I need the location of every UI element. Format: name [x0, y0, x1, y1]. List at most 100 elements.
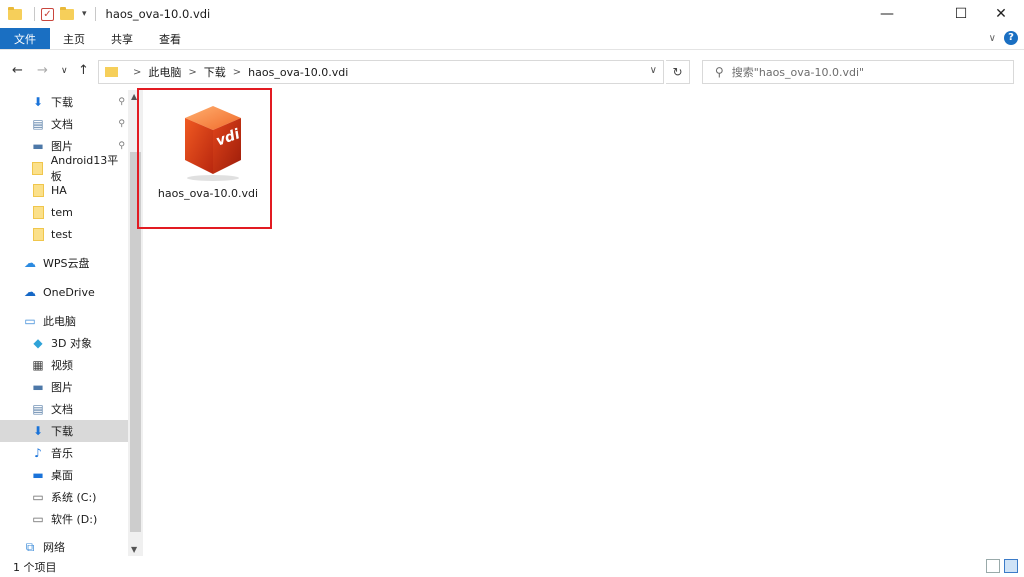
- sidebar-item-music[interactable]: ♪ 音乐: [0, 442, 128, 464]
- sidebar-item-desktop[interactable]: ▬ 桌面: [0, 464, 128, 486]
- back-arrow-icon[interactable]: ←: [12, 63, 23, 78]
- search-icon: ⚲: [715, 65, 724, 79]
- document-icon: ▤: [32, 402, 44, 416]
- tab-home[interactable]: 主页: [50, 28, 98, 49]
- picture-icon: ▬: [32, 380, 44, 394]
- details-view-icon[interactable]: [986, 559, 1000, 573]
- 3d-objects-icon: ◆: [33, 336, 43, 350]
- desktop-icon: ▬: [32, 468, 44, 482]
- sidebar-item-label: 视频: [51, 359, 73, 372]
- sidebar-item-downloads[interactable]: ⬇ 下载: [0, 420, 128, 442]
- recent-locations-icon[interactable]: ∨: [61, 66, 68, 76]
- navigation-pane: ⬇ 下载 ⚲ ▤ 文档 ⚲ ▬ 图片 ⚲ Android13平板 HA tem: [0, 90, 143, 556]
- sidebar-item-label: 网络: [43, 541, 65, 554]
- sidebar-item-label: WPS云盘: [43, 257, 90, 270]
- refresh-icon: ↻: [672, 65, 683, 79]
- sidebar-item-label: tem: [51, 205, 73, 219]
- sidebar-item-label: OneDrive: [43, 285, 95, 299]
- sidebar-item-label: 音乐: [51, 447, 73, 460]
- explorer-window: ✓ ▾ haos_ova-10.0.vdi — ☐ ✕ 文件 主页 共享 查看 …: [0, 0, 1024, 577]
- sidebar-item-label: 文档: [51, 403, 73, 416]
- folder-icon: [30, 205, 46, 219]
- chevron-right-icon[interactable]: >: [133, 67, 141, 78]
- folder-icon: [30, 161, 46, 175]
- sidebar-item-label: 桌面: [51, 469, 73, 482]
- folder-icon: [105, 67, 118, 77]
- sidebar-item-drive-c[interactable]: ▭ 系统 (C:): [0, 486, 128, 508]
- folder-icon: [30, 183, 46, 197]
- sidebar-item-onedrive[interactable]: ☁ OneDrive: [0, 281, 128, 303]
- large-icons-view-icon[interactable]: [1004, 559, 1018, 573]
- tab-share[interactable]: 共享: [98, 28, 146, 49]
- sidebar-item-wps[interactable]: ☁ WPS云盘: [0, 252, 128, 274]
- title-bar: ✓ ▾ haos_ova-10.0.vdi — ☐ ✕: [0, 0, 1024, 28]
- sidebar-item-network[interactable]: ⧉ 网络: [0, 536, 128, 558]
- network-icon: ⧉: [25, 539, 35, 554]
- sidebar-item-label: 图片: [51, 381, 73, 394]
- sidebar-item-downloads-quick[interactable]: ⬇ 下载 ⚲: [0, 91, 128, 113]
- close-button[interactable]: ✕: [978, 0, 1024, 28]
- up-arrow-icon[interactable]: ↑: [78, 63, 89, 78]
- tab-file[interactable]: 文件: [0, 28, 50, 49]
- help-icon[interactable]: ?: [1004, 31, 1018, 45]
- sidebar-item-label: 下载: [51, 425, 73, 438]
- customize-toolbar-icon[interactable]: ▾: [82, 9, 87, 19]
- pin-icon[interactable]: ⚲: [118, 141, 125, 151]
- navigation-bar: ← → ∨ ↑ > 此电脑 > 下载 > haos_ova-10.0.vdi ∨…: [0, 58, 1024, 86]
- breadcrumb-current-folder[interactable]: haos_ova-10.0.vdi: [248, 66, 348, 79]
- separator: [94, 7, 96, 21]
- sidebar-item-label: 软件 (D:): [51, 513, 98, 526]
- sidebar-item-ha[interactable]: HA: [0, 179, 128, 201]
- properties-icon[interactable]: ✓: [41, 7, 54, 21]
- address-history-icon[interactable]: ∨: [650, 65, 657, 76]
- sidebar-item-test[interactable]: test: [0, 223, 128, 245]
- sidebar-item-videos[interactable]: ▦ 视频: [0, 354, 128, 376]
- cloud-icon: ☁: [24, 256, 36, 270]
- new-folder-icon[interactable]: [60, 6, 74, 20]
- computer-icon: ▭: [24, 314, 36, 328]
- sidebar-item-tem[interactable]: tem: [0, 201, 128, 223]
- sidebar-item-documents-quick[interactable]: ▤ 文档 ⚲: [0, 113, 128, 135]
- sidebar-item-label: 系统 (C:): [51, 491, 97, 504]
- breadcrumb-this-pc[interactable]: 此电脑: [148, 64, 181, 80]
- chevron-right-icon[interactable]: >: [233, 67, 241, 78]
- download-arrow-icon: ⬇: [32, 95, 44, 109]
- drive-icon: ▭: [32, 512, 44, 526]
- search-input[interactable]: ⚲ 搜索"haos_ova-10.0.vdi": [702, 60, 1014, 84]
- refresh-button[interactable]: ↻: [666, 60, 690, 84]
- quick-access-toolbar: ✓ ▾: [8, 6, 102, 21]
- sidebar-item-this-pc[interactable]: ▭ 此电脑: [0, 310, 128, 332]
- forward-arrow-icon[interactable]: →: [37, 63, 48, 78]
- sidebar-item-label: 此电脑: [43, 315, 76, 328]
- sidebar-item-pictures[interactable]: ▬ 图片: [0, 376, 128, 398]
- selection-highlight-box: [137, 88, 272, 229]
- address-bar[interactable]: > 此电脑 > 下载 > haos_ova-10.0.vdi ∨: [98, 60, 664, 84]
- sidebar-item-label: 下载: [51, 96, 73, 109]
- pin-icon[interactable]: ⚲: [118, 119, 125, 129]
- minimize-button[interactable]: —: [864, 0, 910, 28]
- folder-icon: [8, 6, 22, 20]
- ribbon-controls: ∨ ?: [989, 31, 1018, 45]
- sidebar-item-documents[interactable]: ▤ 文档: [0, 398, 128, 420]
- sidebar-item-label: test: [51, 227, 73, 241]
- chevron-right-icon[interactable]: >: [188, 67, 196, 78]
- sidebar-item-3d-objects[interactable]: ◆ 3D 对象: [0, 332, 128, 354]
- sidebar-item-label: HA: [51, 183, 67, 197]
- folder-icon: [30, 227, 46, 241]
- sidebar-item-drive-d[interactable]: ▭ 软件 (D:): [0, 508, 128, 530]
- scroll-down-icon[interactable]: ▼: [131, 545, 137, 554]
- item-count: 1 个项目: [13, 560, 57, 574]
- drive-icon: ▭: [32, 490, 44, 504]
- pin-icon[interactable]: ⚲: [118, 97, 125, 107]
- status-bar: 1 个项目: [0, 556, 1024, 577]
- onedrive-cloud-icon: ☁: [24, 285, 36, 299]
- tab-view[interactable]: 查看: [146, 28, 194, 49]
- breadcrumb-downloads[interactable]: 下载: [204, 64, 226, 80]
- video-icon: ▦: [32, 358, 44, 372]
- picture-icon: ▬: [32, 139, 44, 153]
- music-icon: ♪: [34, 446, 42, 460]
- separator: [34, 7, 35, 21]
- expand-ribbon-icon[interactable]: ∨: [989, 33, 996, 44]
- sidebar-item-android13[interactable]: Android13平板: [0, 154, 128, 183]
- document-icon: ▤: [32, 117, 44, 131]
